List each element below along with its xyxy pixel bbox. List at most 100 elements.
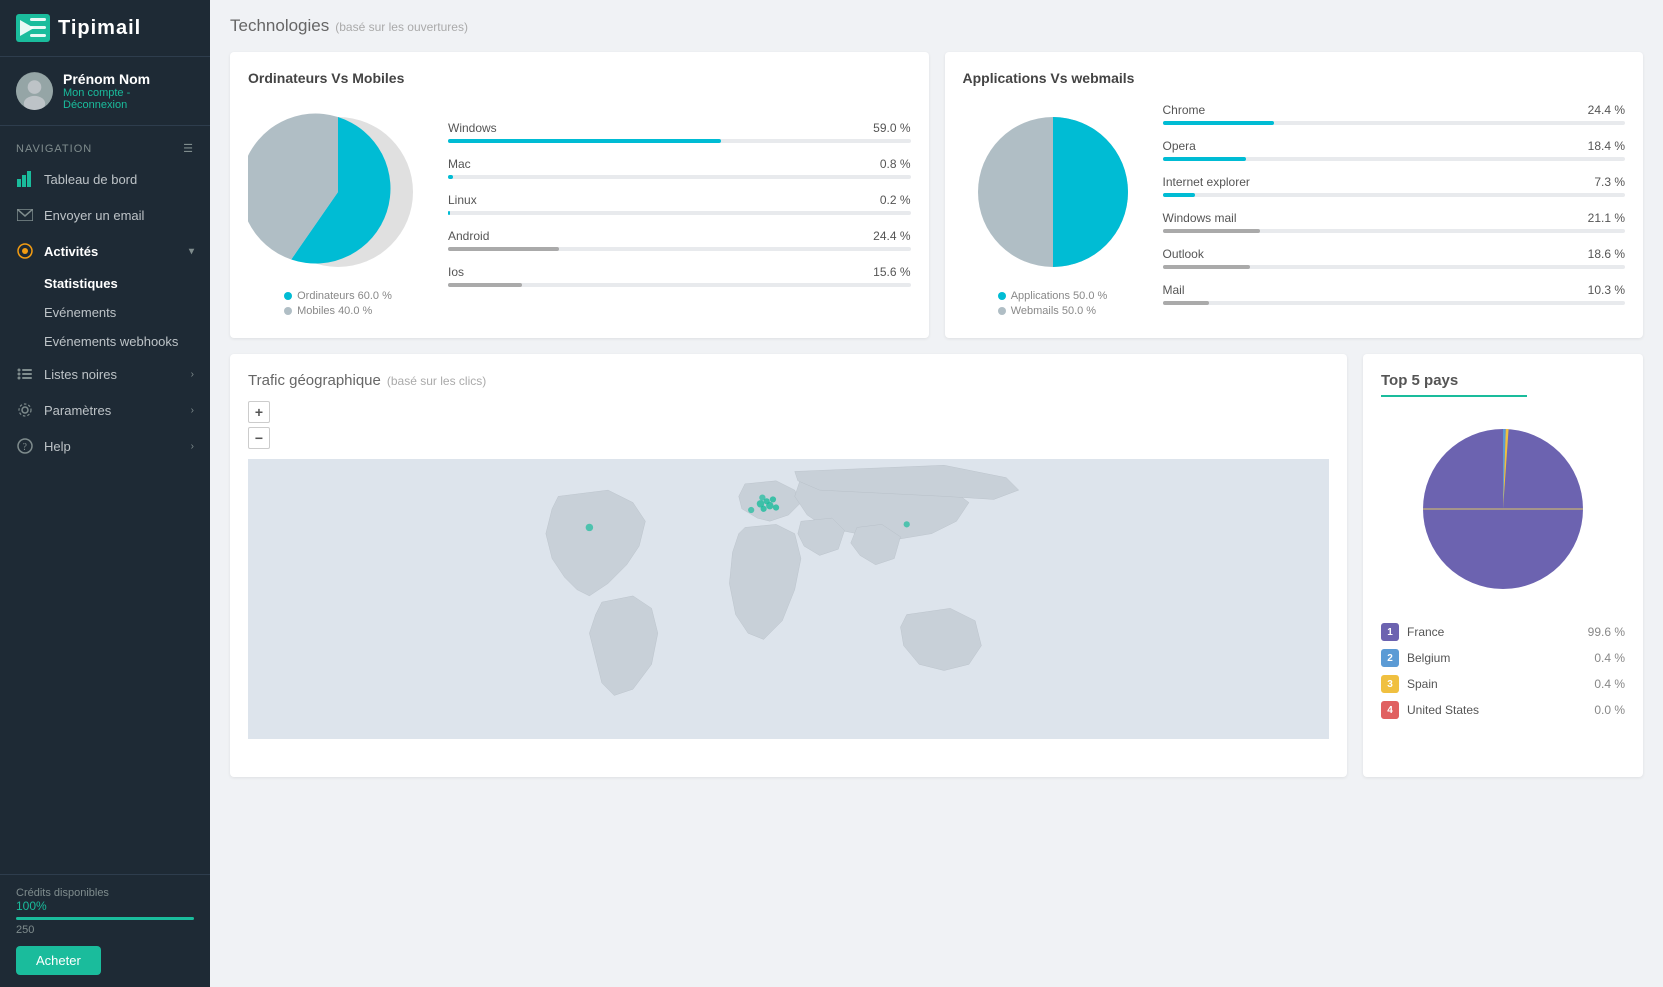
sidebar-item-parametres[interactable]: Paramètres › — [0, 392, 210, 428]
stat-label-android: Android — [448, 229, 489, 243]
sidebar-item-activites[interactable]: Activités ▾ — [0, 233, 210, 269]
top5-country-france: France — [1407, 625, 1580, 639]
sidebar-item-tableau[interactable]: Tableau de bord — [0, 161, 210, 197]
main-content: Technologies (basé sur les ouvertures) O… — [210, 0, 1663, 987]
avatar — [16, 72, 53, 110]
sidebar-item-help[interactable]: ? Help › — [0, 428, 210, 464]
computers-vs-mobiles-card: Ordinateurs Vs Mobiles — [230, 52, 929, 338]
sidebar-label-evenements-hooks: Evénements webhooks — [44, 334, 178, 349]
top5-item-us: 4 United States 0.0 % — [1381, 701, 1625, 719]
stat-value-chrome: 24.4 % — [1588, 103, 1625, 117]
mobiles-dot — [284, 307, 292, 315]
nav-menu-icon[interactable]: ☰ — [183, 142, 194, 155]
chart-icon — [16, 170, 34, 188]
rank-badge-1: 1 — [1381, 623, 1399, 641]
world-map — [248, 459, 1329, 759]
sidebar-item-envoyer[interactable]: Envoyer un email — [0, 197, 210, 233]
mobiles-legend-label: Mobiles 40.0 % — [297, 305, 372, 317]
computers-stats-list: Windows 59.0 % Mac 0.8 % — [448, 121, 911, 301]
sidebar: Tipimail Prénom Nom Mon compte - Déconne… — [0, 0, 210, 987]
user-account-link[interactable]: Mon compte - Déconnexion — [63, 87, 194, 111]
top5-pct-france: 99.6 % — [1588, 625, 1625, 639]
stat-chrome: Chrome 24.4 % — [1163, 103, 1626, 125]
stat-linux: Linux 0.2 % — [448, 193, 911, 215]
credits-section: Crédits disponibles 100% 250 Acheter — [0, 874, 210, 987]
sidebar-label-statistiques: Statistiques — [44, 276, 118, 291]
computers-card-title: Ordinateurs Vs Mobiles — [248, 70, 911, 86]
logo-icon — [16, 14, 50, 42]
gear-icon — [16, 401, 34, 419]
sidebar-label-listes: Listes noires — [44, 367, 117, 382]
sidebar-item-evenements-hooks[interactable]: Evénements webhooks — [0, 327, 210, 356]
stat-label-winmail: Windows mail — [1163, 211, 1237, 225]
apps-pie-wrapper: Applications 50.0 % Webmails 50.0 % — [963, 102, 1143, 320]
apps-vs-webmails-card: Applications Vs webmails — [945, 52, 1644, 338]
list-icon — [16, 365, 34, 383]
sidebar-item-statistiques[interactable]: Statistiques — [0, 269, 210, 298]
top5-title: Top 5 pays — [1381, 372, 1625, 389]
top5-list: 1 France 99.6 % 2 Belgium 0.4 % 3 Spain … — [1381, 623, 1625, 719]
stat-value-ie: 7.3 % — [1594, 175, 1625, 189]
stat-value-opera: 18.4 % — [1588, 139, 1625, 153]
top5-item-belgium: 2 Belgium 0.4 % — [1381, 649, 1625, 667]
title-subtitle: (basé sur les ouvertures) — [335, 20, 468, 34]
stat-value-outlook: 18.6 % — [1588, 247, 1625, 261]
stat-outlook: Outlook 18.6 % — [1163, 247, 1626, 269]
stat-value-mail: 10.3 % — [1588, 283, 1625, 297]
sidebar-item-listes-noires[interactable]: Listes noires › — [0, 356, 210, 392]
top5-country-us: United States — [1407, 703, 1586, 717]
stat-value-android: 24.4 % — [873, 229, 910, 243]
user-name: Prénom Nom — [63, 71, 194, 87]
activites-chevron-icon: ▾ — [189, 246, 194, 257]
ordinateurs-dot — [284, 292, 292, 300]
map-zoom-in-button[interactable]: + — [248, 401, 270, 423]
title-text: Technologies — [230, 16, 329, 36]
stat-value-windows: 59.0 % — [873, 121, 910, 135]
stat-winmail: Windows mail 21.1 % — [1163, 211, 1626, 233]
top5-item-france: 1 France 99.6 % — [1381, 623, 1625, 641]
stat-label-outlook: Outlook — [1163, 247, 1204, 261]
logo-area: Tipimail — [0, 0, 210, 57]
top5-pct-us: 0.0 % — [1594, 703, 1625, 717]
apps-pie — [963, 102, 1143, 282]
tech-row: Ordinateurs Vs Mobiles — [230, 52, 1643, 338]
credits-bar-bg — [16, 917, 194, 920]
stat-mac: Mac 0.8 % — [448, 157, 911, 179]
map-zoom-out-button[interactable]: − — [248, 427, 270, 449]
top5-country-belgium: Belgium — [1407, 651, 1586, 665]
stat-ie: Internet explorer 7.3 % — [1163, 175, 1626, 197]
top5-country-spain: Spain — [1407, 677, 1586, 691]
help-chevron-icon: › — [191, 441, 194, 452]
geo-row: Trafic géographique (basé sur les clics)… — [230, 354, 1643, 777]
top5-divider — [1381, 395, 1527, 397]
top5-pie-container — [1381, 409, 1625, 609]
sidebar-label-activites: Activités — [44, 244, 98, 259]
user-section: Prénom Nom Mon compte - Déconnexion — [0, 57, 210, 126]
stat-label-ie: Internet explorer — [1163, 175, 1250, 189]
buy-button[interactable]: Acheter — [16, 946, 101, 975]
credits-percent: 100% — [16, 899, 194, 913]
rank-badge-3: 3 — [1381, 675, 1399, 693]
sidebar-item-evenements[interactable]: Evénements — [0, 298, 210, 327]
activity-icon — [16, 242, 34, 260]
sidebar-label-help: Help — [44, 439, 71, 454]
apps-chart-area: Applications 50.0 % Webmails 50.0 % Chro… — [963, 102, 1626, 320]
computers-pie-legend: Ordinateurs 60.0 % Mobiles 40.0 % — [284, 290, 392, 320]
credits-label: Crédits disponibles — [16, 887, 194, 899]
page-title: Technologies (basé sur les ouvertures) — [230, 16, 1643, 36]
geo-title: Trafic géographique — [248, 372, 381, 389]
map-controls: + − — [248, 401, 1329, 449]
webmails-legend-label: Webmails 50.0 % — [1011, 305, 1096, 317]
sidebar-label-tableau: Tableau de bord — [44, 172, 137, 187]
envelope-icon — [16, 206, 34, 224]
listes-chevron-icon: › — [191, 369, 194, 380]
stat-value-winmail: 21.1 % — [1588, 211, 1625, 225]
geo-subtitle: (basé sur les clics) — [387, 374, 486, 388]
stat-ios: Ios 15.6 % — [448, 265, 911, 287]
navigation: Navigation ☰ Tableau de bord Envoyer un … — [0, 126, 210, 874]
credits-count: 250 — [16, 924, 194, 936]
rank-badge-2: 2 — [1381, 649, 1399, 667]
webmails-dot — [998, 307, 1006, 315]
user-info: Prénom Nom Mon compte - Déconnexion — [63, 71, 194, 111]
stat-mail: Mail 10.3 % — [1163, 283, 1626, 305]
